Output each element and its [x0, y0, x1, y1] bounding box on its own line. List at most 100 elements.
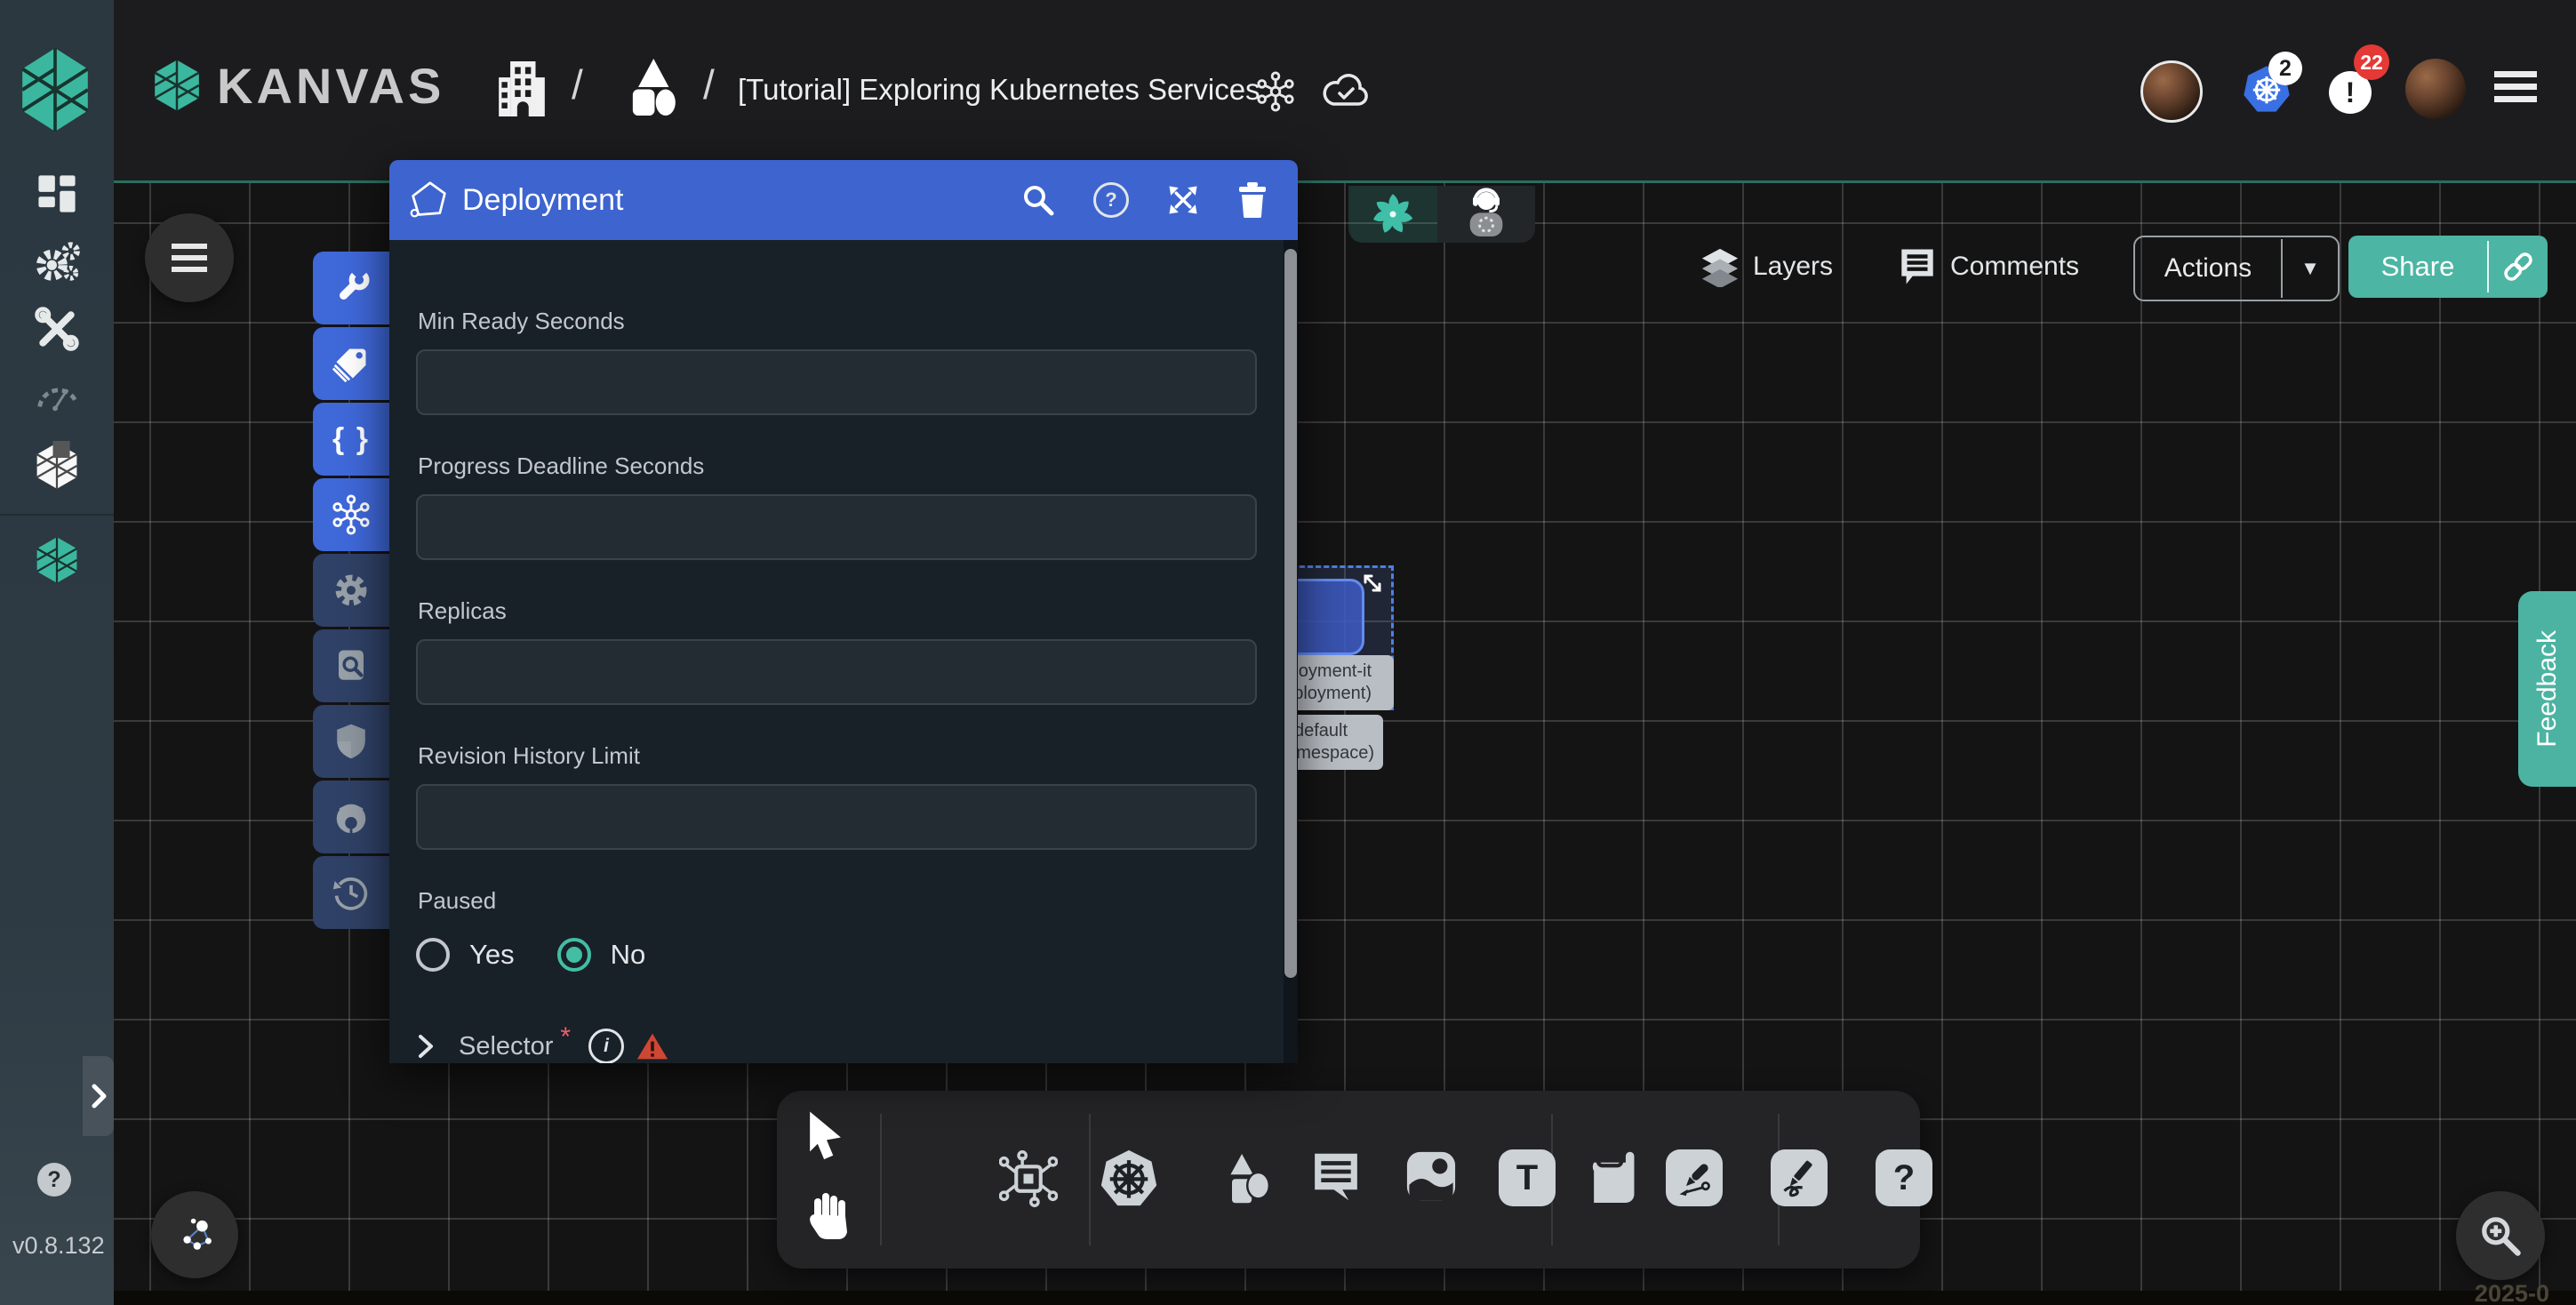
paused-yes-label[interactable]: Yes — [469, 939, 515, 971]
tab-security[interactable] — [313, 705, 389, 778]
replicas-input[interactable] — [416, 639, 1257, 705]
freehand-tool-button[interactable] — [1771, 1149, 1828, 1206]
top-header: KANVAS / / — [114, 0, 2576, 180]
tab-history[interactable] — [313, 856, 389, 929]
help-glyph: ? — [47, 1167, 60, 1193]
paused-no-radio[interactable] — [557, 938, 591, 972]
note-tool-button[interactable] — [1588, 1148, 1643, 1203]
header-menu-button[interactable] — [2494, 71, 2537, 102]
paused-no-label[interactable]: No — [611, 939, 646, 971]
deployment-config-panel: Deployment ? Min — [389, 160, 1298, 1063]
hamburger-icon — [172, 244, 207, 272]
field-label: Min Ready Seconds — [418, 308, 1284, 335]
app-version: v0.8.132 — [12, 1232, 105, 1260]
tab-relationships[interactable] — [313, 478, 389, 551]
progress-deadline-seconds-input[interactable] — [416, 494, 1257, 560]
building-icon — [494, 55, 549, 123]
breadcrumb-separator-2: / — [703, 60, 715, 108]
flake-icon — [331, 494, 372, 535]
panel-delete-button[interactable] — [1237, 182, 1268, 218]
meshery-spiral-icon — [1368, 189, 1418, 239]
tab-github[interactable] — [313, 781, 389, 853]
min-ready-seconds-input[interactable] — [416, 349, 1257, 415]
tab-json[interactable]: { } — [313, 403, 389, 476]
components-tool-button[interactable] — [999, 1149, 1058, 1208]
page-title[interactable]: [Tutorial] Exploring Kubernetes Services — [738, 73, 1260, 107]
cloud-sync-icon[interactable] — [1321, 71, 1371, 112]
cursor-icon — [804, 1110, 850, 1162]
panel-header[interactable]: Deployment ? — [389, 160, 1298, 240]
share-button[interactable]: Share — [2348, 236, 2548, 298]
kubernetes-tool-button[interactable] — [1099, 1148, 1159, 1208]
text-tool-button[interactable]: T — [1499, 1149, 1556, 1206]
kanvas-logo[interactable]: KANVAS — [149, 55, 444, 116]
help-button[interactable]: ? — [37, 1163, 71, 1197]
sidebar-divider — [0, 514, 114, 516]
zoom-in-button[interactable] — [2456, 1191, 2545, 1280]
canvas-menu-button[interactable] — [145, 213, 234, 302]
actions-label: Actions — [2135, 253, 2281, 284]
layers-icon — [1700, 246, 1740, 287]
braces-icon: { } — [332, 422, 370, 457]
wrench-icon — [332, 268, 371, 308]
actions-caret-icon[interactable]: ▼ — [2283, 257, 2338, 280]
gear-icon — [332, 571, 371, 610]
help-glyph: ? — [1893, 1158, 1915, 1198]
sidebar-item-settings[interactable] — [0, 231, 114, 295]
sidebar-item-kanvas-active[interactable] — [0, 528, 114, 592]
user-avatar[interactable] — [2405, 59, 2466, 119]
kanvas-logo-text: KANVAS — [217, 57, 444, 115]
breadcrumb-org-icon[interactable] — [494, 55, 549, 123]
pen-arrow-icon — [1675, 1158, 1714, 1197]
layers-toggle[interactable]: Layers — [1700, 236, 1833, 298]
select-tool-button[interactable] — [804, 1110, 850, 1162]
gauge-icon — [33, 369, 81, 417]
feedback-tab[interactable]: Feedback — [2518, 591, 2576, 787]
meshery-action-button[interactable] — [1348, 186, 1437, 243]
breadcrumb-separator: / — [572, 60, 583, 108]
revision-history-limit-input[interactable] — [416, 784, 1257, 850]
comments-toggle[interactable]: Comments — [1897, 236, 2079, 298]
info-icon[interactable]: i — [588, 1029, 624, 1063]
notifications-button[interactable]: ! 22 — [2329, 71, 2372, 114]
panel-expand-button[interactable] — [1166, 183, 1200, 217]
support-agent-button[interactable] — [1437, 186, 1535, 243]
hamburger-icon — [2494, 71, 2537, 77]
headset-agent-icon — [1462, 188, 1510, 241]
layer5-logo-icon[interactable] — [14, 44, 96, 135]
tab-labels[interactable] — [313, 327, 389, 400]
copy-link-icon[interactable] — [2489, 251, 2548, 283]
panel-help-button[interactable]: ? — [1093, 182, 1129, 218]
expand-drawer-handle[interactable] — [83, 1056, 114, 1136]
breadcrumb-designs-icon[interactable] — [624, 55, 681, 119]
notification-count-badge: 22 — [2354, 44, 2389, 80]
text-tool-glyph: T — [1516, 1158, 1538, 1198]
selector-accordion[interactable]: Selector * i — [416, 1029, 1284, 1063]
kubernetes-wheel-icon — [1099, 1148, 1159, 1208]
mesh-pie-icon — [32, 441, 82, 491]
sidebar-item-meshery[interactable] — [0, 434, 114, 498]
history-icon — [332, 873, 371, 912]
tab-config[interactable] — [313, 252, 389, 324]
comment-tool-button[interactable] — [1308, 1149, 1364, 1205]
sidebar-item-tools[interactable] — [0, 297, 114, 361]
tab-settings[interactable] — [313, 554, 389, 627]
panel-title: Deployment — [462, 183, 623, 218]
paused-yes-radio[interactable] — [416, 938, 450, 972]
help-tool-button[interactable]: ? — [1876, 1149, 1932, 1206]
shapes-tool-button[interactable] — [1218, 1149, 1275, 1206]
tab-inspect[interactable] — [313, 629, 389, 702]
doc-search-icon — [332, 647, 370, 685]
design-flake-icon[interactable] — [1255, 71, 1296, 112]
image-tool-button[interactable] — [1403, 1148, 1460, 1205]
panel-scrollbar-thumb[interactable] — [1284, 249, 1297, 978]
minimap-button[interactable] — [151, 1191, 238, 1278]
edge-tool-button[interactable] — [1666, 1149, 1723, 1206]
collaborator-avatar[interactable] — [2140, 60, 2203, 123]
sidebar-item-performance[interactable] — [0, 361, 114, 425]
actions-button[interactable]: Actions ▼ — [2133, 236, 2340, 301]
sidebar-item-dashboard[interactable] — [0, 162, 114, 226]
pan-tool-button[interactable] — [805, 1189, 852, 1240]
k8s-context-switcher[interactable]: 2 — [2242, 64, 2292, 114]
panel-search-button[interactable] — [1020, 182, 1056, 218]
